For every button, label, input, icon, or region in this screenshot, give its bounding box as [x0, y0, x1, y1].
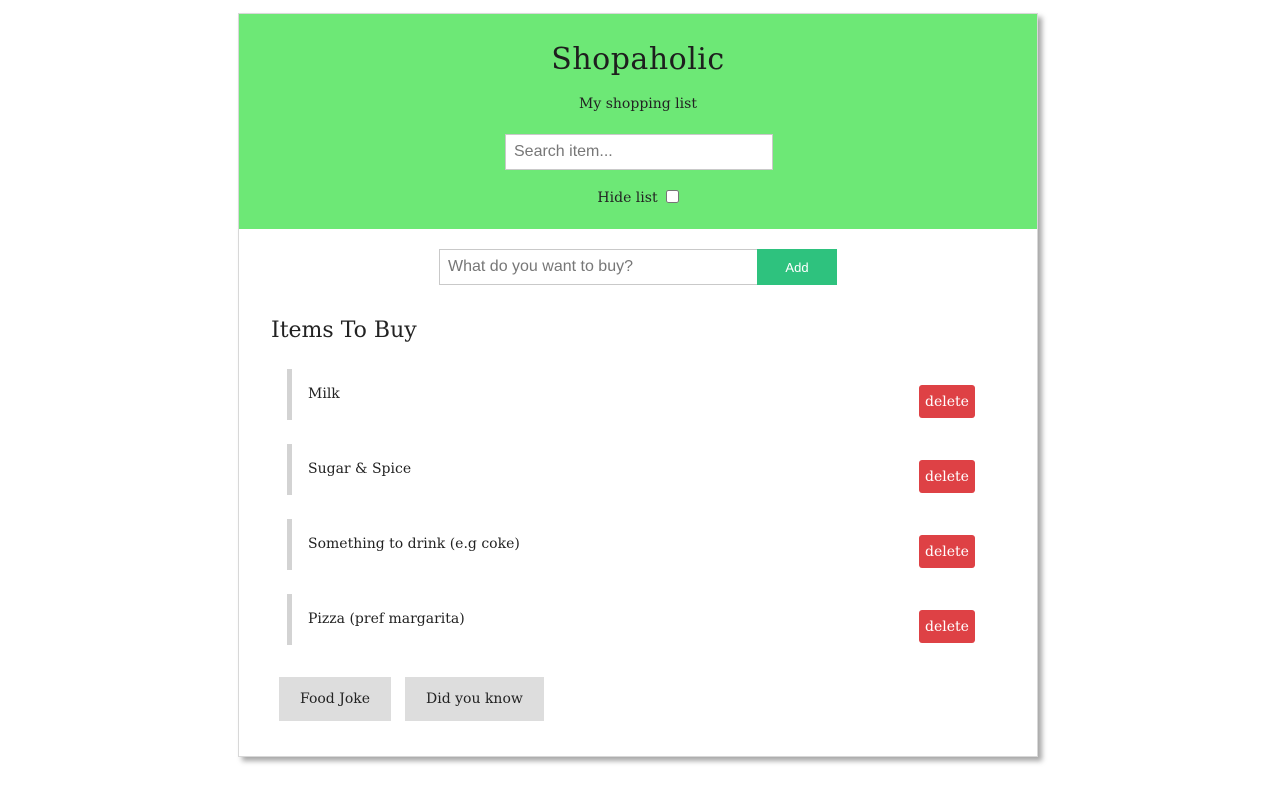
food-joke-button[interactable]: Food Joke	[279, 677, 392, 721]
app-title: Shopaholic	[551, 42, 725, 77]
delete-button[interactable]: delete	[919, 385, 975, 418]
list-item: Milk delete	[287, 369, 977, 420]
shopping-list: Milk delete Sugar & Spice delete Somethi…	[287, 369, 977, 669]
add-item-form: Add	[439, 249, 837, 285]
footer-buttons: Food Joke Did you know	[279, 677, 544, 721]
delete-button[interactable]: delete	[919, 610, 975, 643]
add-button[interactable]: Add	[757, 249, 837, 285]
header-banner: Shopaholic My shopping list Hide list	[239, 14, 1037, 229]
delete-button[interactable]: delete	[919, 535, 975, 568]
item-name: Sugar & Spice	[308, 461, 412, 477]
list-item: Something to drink (e.g coke) delete	[287, 519, 977, 570]
list-item: Pizza (pref margarita) delete	[287, 594, 977, 645]
hide-list-row: Hide list	[239, 189, 1037, 206]
app-subtitle: My shopping list	[579, 96, 697, 112]
item-name: Pizza (pref margarita)	[308, 611, 465, 627]
delete-button[interactable]: delete	[919, 460, 975, 493]
did-you-know-button[interactable]: Did you know	[405, 677, 544, 721]
hide-list-label: Hide list	[597, 190, 658, 206]
item-name: Milk	[308, 386, 340, 402]
search-input[interactable]	[505, 134, 773, 170]
app-card: Shopaholic My shopping list Hide list Ad…	[238, 13, 1038, 757]
list-item: Sugar & Spice delete	[287, 444, 977, 495]
list-heading: Items To Buy	[271, 318, 417, 343]
hide-list-checkbox[interactable]	[665, 189, 679, 203]
item-name: Something to drink (e.g coke)	[308, 536, 520, 552]
add-item-input[interactable]	[439, 249, 757, 285]
